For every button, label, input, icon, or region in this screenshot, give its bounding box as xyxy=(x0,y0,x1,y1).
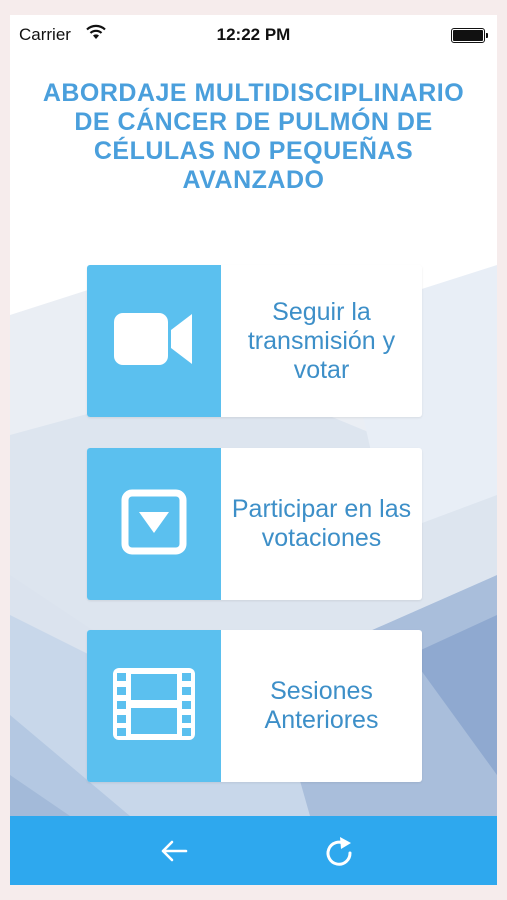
previous-sessions-label: Sesiones Anteriores xyxy=(264,677,379,734)
dropdown-box-icon xyxy=(121,489,187,560)
status-time: 12:22 PM xyxy=(216,25,291,44)
film-strip-icon xyxy=(113,667,195,745)
follow-stream-label: Seguir la transmisión y votar xyxy=(247,297,396,384)
participate-voting-button[interactable]: Participar en las votaciones xyxy=(87,448,422,600)
status-bar: Carrier 12:22 PM xyxy=(10,15,497,53)
back-arrow-icon[interactable] xyxy=(157,834,191,868)
participate-voting-label: Participar en las votaciones xyxy=(231,495,412,552)
refresh-icon[interactable] xyxy=(322,834,356,868)
previous-sessions-button[interactable]: Sesiones Anteriores xyxy=(87,630,422,782)
participate-voting-tile xyxy=(87,448,221,600)
page-title: ABORDAJE MULTIDISCIPLINARIO DE CÁNCER DE… xyxy=(42,79,465,194)
bottom-toolbar xyxy=(10,816,497,885)
previous-sessions-tile xyxy=(87,630,221,782)
app-screen: Carrier 12:22 PM ABORDAJE MULTIDISCIPLIN… xyxy=(10,15,497,885)
follow-stream-vote-button[interactable]: Seguir la transmisión y votar xyxy=(87,265,422,417)
video-camera-icon xyxy=(114,310,194,373)
battery-icon xyxy=(451,28,488,43)
follow-stream-tile xyxy=(87,265,221,417)
